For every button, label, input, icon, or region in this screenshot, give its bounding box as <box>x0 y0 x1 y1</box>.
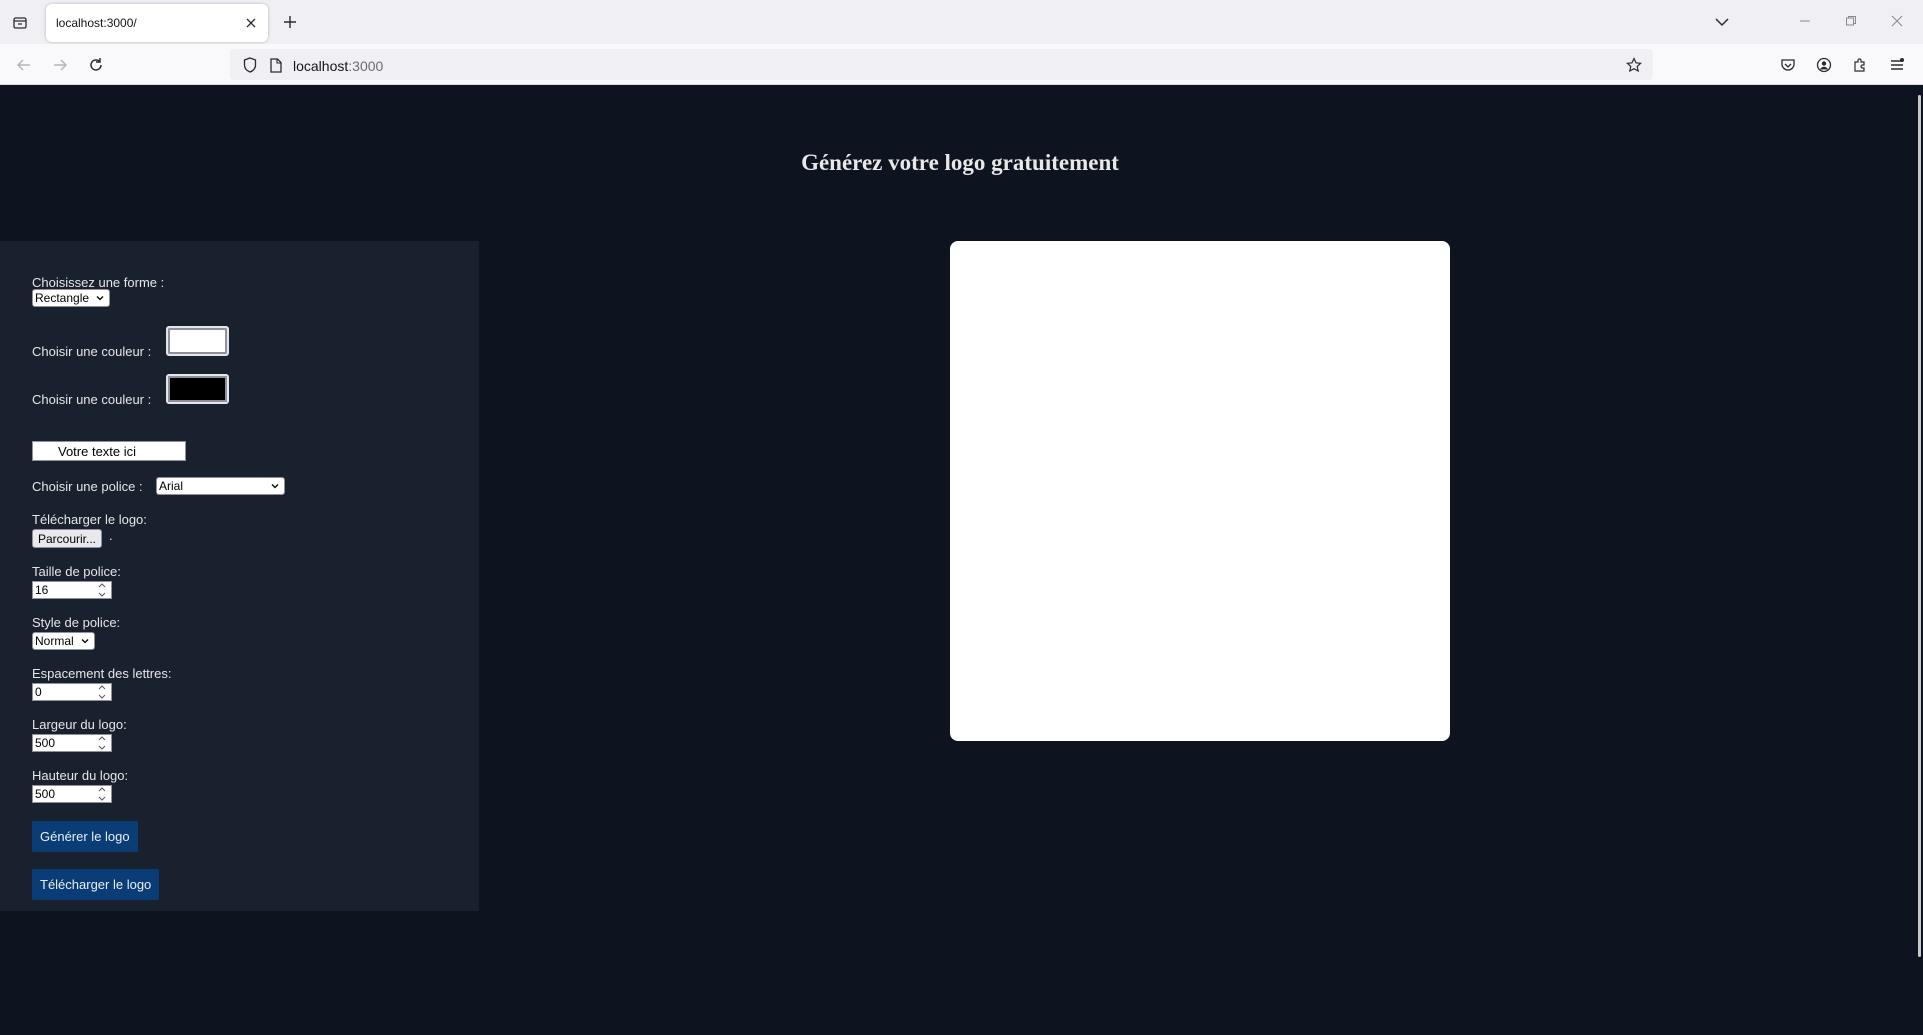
shield-icon[interactable] <box>240 55 260 75</box>
logo-height-label: Hauteur du logo: <box>32 768 129 783</box>
list-all-tabs-icon[interactable] <box>1710 10 1734 34</box>
font-select-value: Arial <box>159 479 184 493</box>
menu-icon[interactable] <box>1884 52 1910 78</box>
letter-spacing-value: 0 <box>35 685 42 699</box>
spinner-icon[interactable] <box>96 787 108 801</box>
font-style-value: Normal <box>35 634 74 648</box>
scrollbar-thumb[interactable] <box>1918 95 1921 957</box>
tab-list-icon[interactable] <box>8 10 32 34</box>
browser-nav-bar: localhost:3000 <box>0 44 1923 85</box>
spinner-icon[interactable] <box>96 685 108 699</box>
color2-picker[interactable] <box>166 374 229 404</box>
tab-title: localhost:3000/ <box>56 16 137 30</box>
browse-button[interactable]: Parcourir... <box>32 529 103 548</box>
shape-select-value: Rectangle <box>35 291 90 305</box>
spinner-icon[interactable] <box>96 583 108 597</box>
font-size-label: Taille de police: <box>32 564 121 579</box>
upload-label: Télécharger le logo: <box>32 512 147 527</box>
file-status: . <box>109 528 113 543</box>
logo-width-value: 500 <box>35 736 56 750</box>
url-bar[interactable]: localhost:3000 <box>230 49 1653 80</box>
reload-icon[interactable] <box>83 52 109 78</box>
font-select[interactable]: Arial <box>156 477 285 495</box>
font-style-label: Style de police: <box>32 615 121 630</box>
browser-tab[interactable]: localhost:3000/ <box>46 4 268 42</box>
shape-label: Choisissez une forme : <box>32 275 165 290</box>
logo-text-input[interactable]: Votre texte ici <box>32 441 186 461</box>
url-text: localhost:3000 <box>293 58 383 74</box>
extensions-icon[interactable] <box>1847 52 1873 78</box>
font-style-select[interactable]: Normal <box>32 632 95 650</box>
font-size-value: 16 <box>35 583 49 597</box>
logo-width-input[interactable]: 500 <box>32 734 112 752</box>
letter-spacing-label: Espacement des lettres: <box>32 666 172 681</box>
page-info-icon[interactable] <box>266 55 286 75</box>
logo-height-input[interactable]: 500 <box>32 785 112 803</box>
settings-panel: Choisissez une forme : Rectangle Choisir… <box>0 241 479 911</box>
page-content: Générez votre logo gratuitement Choisiss… <box>0 85 1915 1031</box>
close-window-icon[interactable] <box>1882 8 1912 34</box>
account-icon[interactable] <box>1811 52 1837 78</box>
restore-icon[interactable] <box>1836 8 1866 34</box>
shape-select[interactable]: Rectangle <box>32 289 110 307</box>
chevron-down-icon <box>96 296 104 301</box>
new-tab-icon[interactable] <box>278 10 302 34</box>
url-port: :3000 <box>348 58 384 74</box>
browser-tab-bar: localhost:3000/ <box>0 0 1923 44</box>
forward-icon[interactable] <box>47 52 73 78</box>
minimize-icon[interactable] <box>1790 8 1820 34</box>
logo-height-value: 500 <box>35 787 56 801</box>
url-host: localhost <box>293 58 349 74</box>
logo-canvas[interactable] <box>950 241 1450 741</box>
back-icon[interactable] <box>11 52 37 78</box>
page-title: Générez votre logo gratuitement <box>801 150 1119 175</box>
logo-width-label: Largeur du logo: <box>32 717 127 732</box>
spinner-icon[interactable] <box>96 736 108 750</box>
generate-logo-button[interactable]: Générer le logo <box>32 821 138 852</box>
letter-spacing-input[interactable]: 0 <box>32 683 112 701</box>
close-tab-icon[interactable] <box>240 12 262 34</box>
pocket-icon[interactable] <box>1775 52 1801 78</box>
chevron-down-icon <box>81 639 89 644</box>
color2-label: Choisir une couleur : <box>32 392 152 407</box>
color1-picker[interactable] <box>166 326 229 356</box>
logo-text-value: Votre texte ici <box>58 443 137 459</box>
chevron-down-icon <box>271 484 279 489</box>
font-size-input[interactable]: 16 <box>32 581 112 599</box>
font-label: Choisir une police : <box>32 479 143 494</box>
color1-label: Choisir une couleur : <box>32 344 152 359</box>
bookmark-star-icon[interactable] <box>1623 54 1645 76</box>
download-logo-button[interactable]: Télécharger le logo <box>32 869 160 900</box>
